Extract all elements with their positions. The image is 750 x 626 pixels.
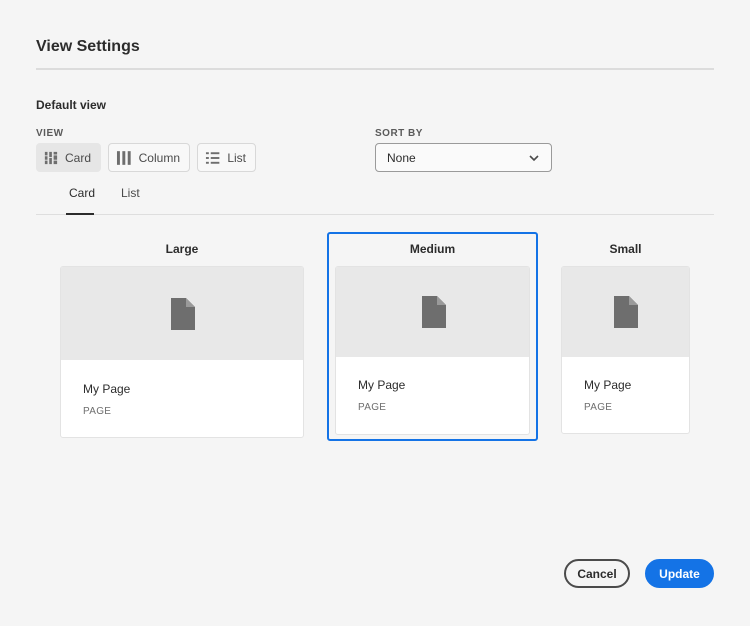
card-view-button[interactable]: Card — [36, 143, 101, 172]
default-view-heading: Default view — [36, 98, 107, 112]
tab-list[interactable]: List — [121, 186, 140, 200]
card-name: My Page — [584, 378, 632, 392]
document-icon — [171, 298, 195, 330]
card-name: My Page — [83, 382, 131, 396]
chevron-down-icon — [529, 155, 539, 162]
dialog-title: View Settings — [36, 38, 140, 55]
card-medium[interactable]: My Page PAGE — [335, 266, 530, 435]
column-view-button[interactable]: Column — [108, 143, 190, 172]
card-large[interactable]: My Page PAGE — [60, 266, 304, 438]
view-settings-dialog: View Settings Default view VIEW SORT BY … — [0, 0, 750, 626]
card-type: PAGE — [358, 402, 387, 413]
cancel-button[interactable]: Cancel — [564, 559, 630, 588]
card-view-label: Card — [64, 150, 91, 165]
document-icon — [422, 296, 446, 328]
update-button[interactable]: Update — [645, 559, 714, 588]
column-view-label: Column — [138, 150, 180, 165]
card-preview — [562, 267, 689, 357]
active-tab-indicator — [66, 213, 94, 215]
tab-card[interactable]: Card — [69, 186, 95, 200]
tabs-divider — [36, 214, 714, 215]
sort-by-select[interactable]: None — [375, 143, 552, 172]
title-divider — [36, 68, 714, 70]
column-view-icon — [116, 150, 131, 165]
card-view-icon — [44, 151, 58, 164]
card-small[interactable]: My Page PAGE — [561, 266, 690, 434]
list-view-button[interactable]: List — [197, 143, 256, 172]
document-icon — [614, 296, 638, 328]
card-preview — [61, 267, 303, 360]
list-view-label: List — [227, 150, 246, 165]
sort-by-label: SORT BY — [375, 128, 423, 139]
view-label: VIEW — [36, 128, 64, 139]
card-type: PAGE — [83, 406, 112, 417]
size-title-small: Small — [609, 242, 642, 256]
sort-by-value: None — [387, 150, 416, 165]
size-title-medium: Medium — [409, 242, 456, 256]
card-preview — [336, 267, 529, 357]
list-view-icon — [205, 151, 220, 164]
card-name: My Page — [358, 378, 406, 392]
size-title-large: Large — [165, 242, 199, 256]
card-type: PAGE — [584, 402, 613, 413]
